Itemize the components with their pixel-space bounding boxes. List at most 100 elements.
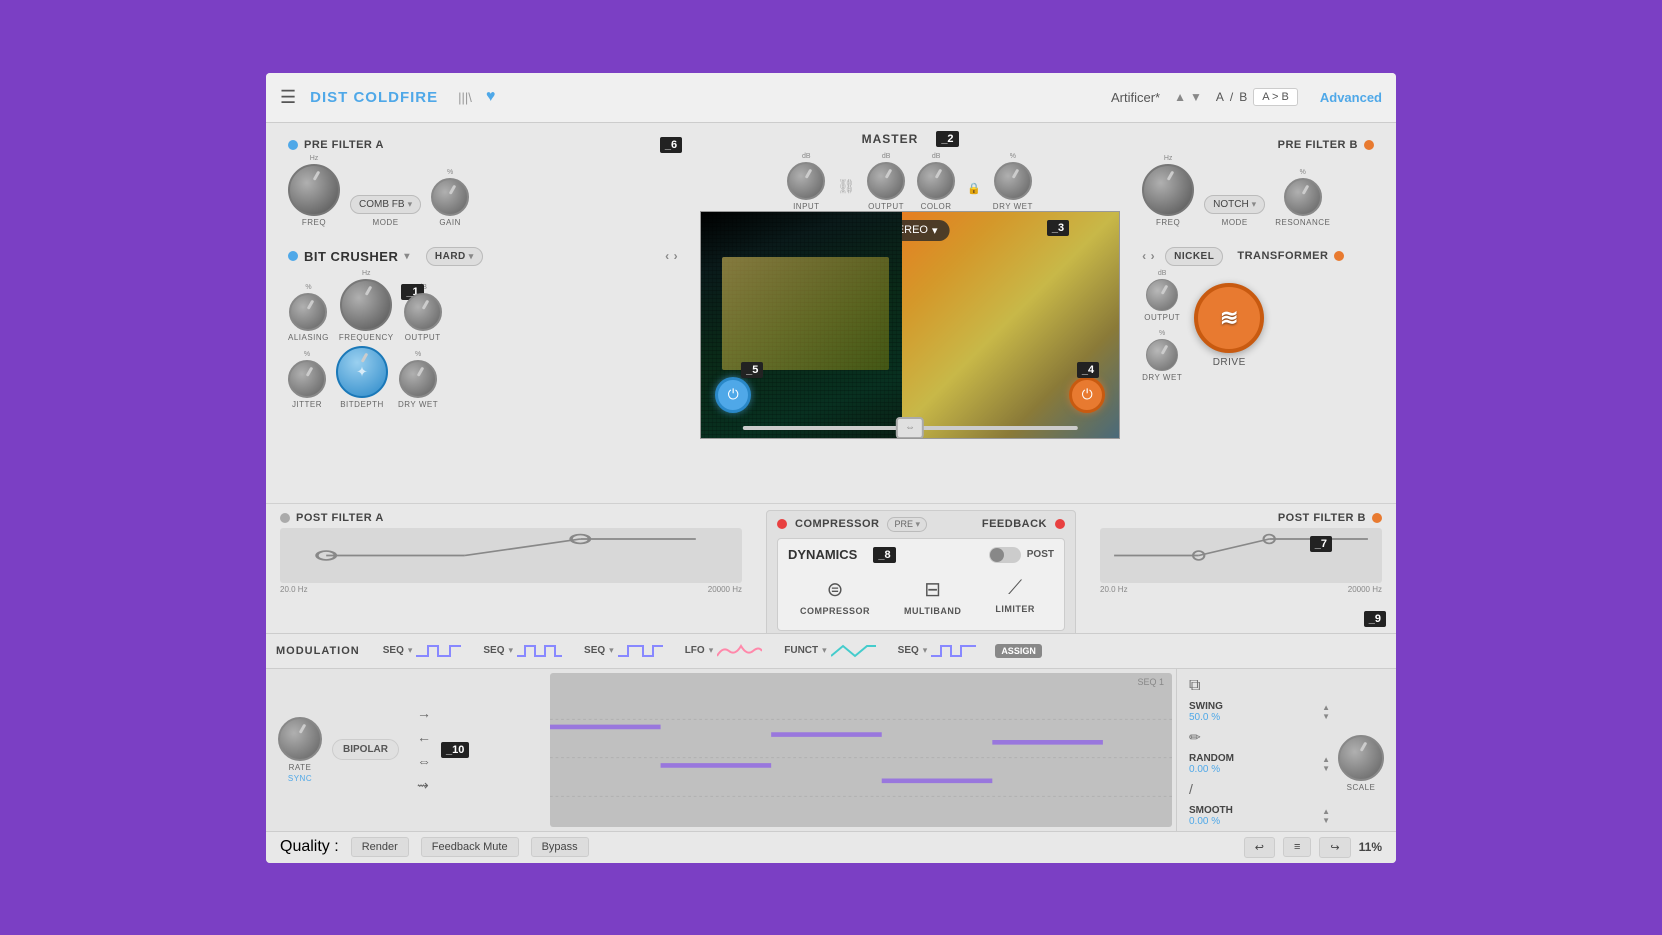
feedback-mute-button[interactable]: Feedback Mute	[421, 837, 519, 857]
mod-slot-3[interactable]: SEQ ▾	[577, 639, 670, 663]
pre-filter-a-freq-knob[interactable]	[288, 164, 340, 216]
smooth-stepper[interactable]: ▲▼	[1322, 807, 1330, 825]
arrow-left-icon[interactable]: ←	[417, 729, 431, 745]
bypass-button[interactable]: Bypass	[531, 837, 589, 857]
power-button-orange[interactable]: ⏻	[1069, 377, 1105, 413]
pfb-resonance-knob[interactable]	[1284, 178, 1322, 216]
mod-slot-4[interactable]: LFO ▾	[678, 639, 770, 663]
bipolar-button[interactable]: BIPOLAR	[332, 739, 399, 760]
post-filter-b-section: POST FILTER B _7 20.0 Hz 20000 Hz	[1086, 504, 1396, 633]
heart-icon[interactable]: ♥	[486, 88, 496, 106]
pencil-icon-btn[interactable]: ✏	[1189, 729, 1330, 747]
arrow-bounce-icon[interactable]: ⇝	[417, 777, 431, 794]
post-filter-a-graph[interactable]	[280, 528, 742, 583]
visualizer-area[interactable]: STEREO ▾ _3 ⏻ ⏻ _5 _4 ⇔	[700, 211, 1120, 439]
redo-button[interactable]: ↪	[1319, 837, 1350, 858]
hard-chevron-icon: ▾	[469, 251, 474, 262]
bc-prev-arrow[interactable]: ‹	[665, 249, 670, 263]
limiter-btn[interactable]: ⟋ LIMITER	[983, 571, 1047, 622]
assign-button[interactable]: ASSIGN	[995, 644, 1042, 658]
compressor-led[interactable]	[777, 519, 787, 529]
post-filter-b-graph[interactable]: _7	[1100, 528, 1382, 583]
compressor-btn[interactable]: ⊜ COMPRESSOR	[788, 571, 882, 622]
pre-filter-a-mode-dropdown[interactable]: COMB FB ▾	[350, 195, 421, 214]
bit-crusher-led[interactable]	[288, 251, 298, 261]
feedback-led[interactable]	[1055, 519, 1065, 529]
mod-slot-5[interactable]: FUNCT ▾	[777, 639, 882, 663]
compressor-title: COMPRESSOR	[795, 518, 879, 530]
mod-slot-6[interactable]: SEQ ▾	[891, 639, 984, 663]
copy-icon-btn[interactable]: ⧉	[1189, 677, 1330, 695]
jitter-knob[interactable]	[288, 360, 326, 398]
bit-crusher-mode-dropdown[interactable]: HARD ▾	[426, 247, 483, 266]
multiband-btn[interactable]: ⊟ MULTIBAND	[892, 571, 973, 622]
transformer-drive-knob[interactable]: ≋	[1194, 283, 1264, 353]
scale-knob[interactable]	[1338, 735, 1384, 781]
post-filter-a-led[interactable]	[280, 513, 290, 523]
power-button-blue[interactable]: ⏻	[715, 377, 751, 413]
line-icon-btn[interactable]: /	[1189, 781, 1330, 799]
modulation-left: RATE SYNC BIPOLAR → ← ⇔ ⇝ _10	[266, 669, 546, 831]
smooth-ctrl: SMOOTH 0.00 %	[1189, 805, 1233, 827]
bitdepth-knob[interactable]: ✦	[336, 346, 388, 398]
trans-prev-arrow[interactable]: ‹	[1142, 249, 1147, 263]
link-icon[interactable]: ⛓	[837, 178, 855, 211]
nickel-dropdown[interactable]: NICKEL	[1165, 247, 1223, 266]
mod-slot-1[interactable]: SEQ ▾	[376, 639, 469, 663]
seq-canvas[interactable]: SEQ 1	[550, 673, 1172, 827]
hamburger-icon[interactable]: ☰	[280, 87, 296, 108]
frequency-knob[interactable]	[340, 279, 392, 331]
random-ctrl: RANDOM 0.00 %	[1189, 753, 1234, 775]
pfb-freq-knob[interactable]	[1142, 164, 1194, 216]
master-color-knob[interactable]	[917, 162, 955, 200]
render-button[interactable]: Render	[351, 837, 409, 857]
center-slider[interactable]: ⇔	[743, 426, 1077, 430]
pre-filter-a-led[interactable]	[288, 140, 298, 150]
master-drywet-knob[interactable]	[994, 162, 1032, 200]
post-filter-b-hz: 20.0 Hz 20000 Hz	[1100, 585, 1382, 594]
bit-crusher-title-chevron[interactable]: ▾	[404, 251, 410, 262]
output-knob[interactable]	[404, 293, 442, 331]
compressor-header: COMPRESSOR PRE ▾ FEEDBACK	[777, 517, 1065, 532]
arrow-bidir-icon[interactable]: ⇔	[417, 753, 431, 769]
transformer-drive-group: ≋ DRIVE	[1194, 283, 1264, 368]
mod-slot-2[interactable]: SEQ ▾	[476, 639, 569, 663]
random-row: RANDOM 0.00 % ▲▼	[1189, 753, 1330, 775]
master-output-knob[interactable]	[867, 162, 905, 200]
aliasing-knob[interactable]	[289, 293, 327, 331]
pfb-mode-group: NOTCH ▾ MODE	[1204, 195, 1265, 227]
bc-next-arrow[interactable]: ›	[674, 249, 679, 263]
transformer-led[interactable]	[1334, 251, 1344, 261]
post-toggle-switch[interactable]	[989, 547, 1021, 563]
nav-up-arrow[interactable]: ▲	[1174, 90, 1186, 104]
master-knobs: dB INPUT ⛓ dB OUTPUT dB	[787, 153, 1033, 211]
main-content: PRE FILTER A Hz FREQ COMB FB ▾	[266, 123, 1396, 863]
notch-chevron-icon: ▾	[1252, 199, 1257, 210]
trans-next-arrow[interactable]: ›	[1151, 249, 1156, 263]
left-panel: PRE FILTER A Hz FREQ COMB FB ▾	[266, 123, 700, 503]
master-input-knob[interactable]	[787, 162, 825, 200]
random-stepper[interactable]: ▲▼	[1322, 755, 1330, 773]
transformer-output-knob[interactable]	[1146, 279, 1178, 311]
pre-filter-b-led[interactable]	[1364, 140, 1374, 150]
pre-filter-a-gain-knob[interactable]	[431, 178, 469, 216]
undo-button[interactable]: ↩	[1244, 837, 1275, 858]
arrow-right-icon[interactable]: →	[417, 705, 431, 721]
ab-copy-btn[interactable]: A > B	[1253, 88, 1298, 106]
lock-icon[interactable]: 🔒	[967, 182, 981, 211]
rate-knob[interactable]	[278, 717, 322, 761]
nav-down-arrow[interactable]: ▼	[1190, 90, 1202, 104]
master-drywet-group: % DRY WET	[993, 153, 1033, 211]
post-filter-b-led[interactable]	[1372, 513, 1382, 523]
app-container: ☰ DIST COLDFIRE |||\ ♥ Artificer* ▲ ▼ A …	[266, 73, 1396, 863]
advanced-btn[interactable]: Advanced	[1320, 90, 1382, 105]
mod-right-content: ⧉ SWING 50.0 % ▲▼	[1189, 677, 1384, 831]
pfb-mode-dropdown[interactable]: NOTCH ▾	[1204, 195, 1265, 214]
compressor-pre-badge[interactable]: PRE ▾	[887, 517, 927, 532]
modulation-section: MODULATION SEQ ▾ SEQ ▾ SEQ ▾ L	[266, 633, 1396, 831]
menu-button[interactable]: ≡	[1283, 837, 1311, 857]
transformer-drywet-knob[interactable]	[1146, 339, 1178, 371]
drywet-knob[interactable]	[399, 360, 437, 398]
swing-stepper[interactable]: ▲▼	[1322, 703, 1330, 721]
slider-thumb[interactable]: ⇔	[896, 417, 924, 439]
